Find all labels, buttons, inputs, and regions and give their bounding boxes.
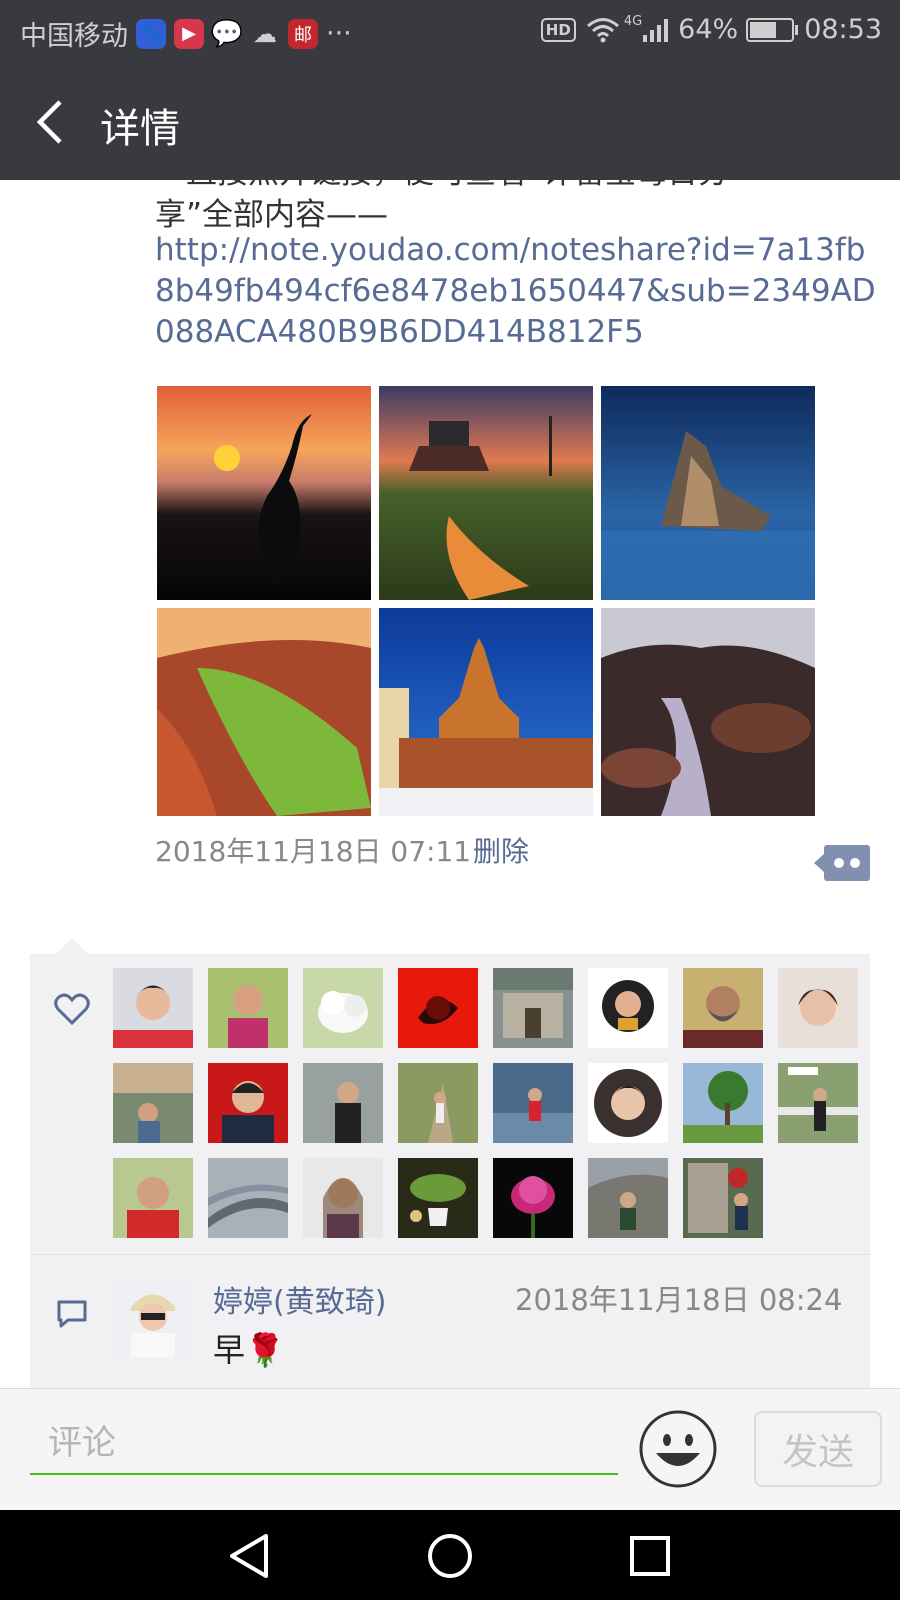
- hd-badge: HD: [540, 17, 576, 42]
- more-dot: [834, 858, 844, 868]
- liker-avatar[interactable]: [113, 968, 193, 1048]
- carrier-name: 中国移动: [20, 21, 128, 52]
- commenter-name[interactable]: 婷婷(黄致琦): [213, 1277, 386, 1321]
- liker-avatar[interactable]: [303, 1158, 383, 1238]
- photo-waterfall-rocks[interactable]: [601, 608, 815, 816]
- liker-avatar[interactable]: [398, 968, 478, 1048]
- photo-cathedral-night[interactable]: [379, 608, 593, 816]
- comment-text: 早🌹: [213, 1331, 285, 1369]
- post-icon: 邮: [288, 18, 318, 49]
- liker-avatar[interactable]: [493, 1158, 573, 1238]
- chevron-left-icon[interactable]: [30, 92, 80, 152]
- comment-input-bar: 发送: [0, 1388, 900, 1511]
- liker-avatar[interactable]: [588, 968, 668, 1048]
- comment-item[interactable]: 婷婷(黄致琦) 2018年11月18日 08:24 早🌹: [30, 1254, 870, 1388]
- liker-avatar[interactable]: [588, 1063, 668, 1143]
- video-play-icon: ▶: [174, 18, 204, 49]
- liker-avatar[interactable]: [303, 968, 383, 1048]
- liker-avatar[interactable]: [683, 1063, 763, 1143]
- liker-avatar[interactable]: [303, 1063, 383, 1143]
- title-bar: 详情: [0, 62, 900, 180]
- liker-avatar[interactable]: [398, 1063, 478, 1143]
- liker-avatar[interactable]: [398, 1158, 478, 1238]
- post-text-line-1: 一直接点开链接，便可查看“评留宝每日分: [155, 180, 729, 191]
- signal-icon: [643, 18, 669, 42]
- post-detail: 一直接点开链接，便可查看“评留宝每日分 享”全部内容—— http://note…: [0, 180, 900, 1388]
- page-title: 详情: [100, 106, 180, 152]
- baidu-paw-icon: 🐾: [136, 18, 166, 49]
- liker-avatar[interactable]: [113, 1063, 193, 1143]
- post-link[interactable]: http://note.youdao.com/noteshare?id=7a13…: [155, 230, 885, 353]
- battery-percent: 64%: [678, 14, 739, 45]
- heart-icon: [54, 993, 90, 1026]
- liker-avatars: [113, 968, 863, 1238]
- send-button[interactable]: 发送: [754, 1411, 882, 1487]
- liker-avatar[interactable]: [588, 1158, 668, 1238]
- comment-time: 2018年11月18日 08:24: [515, 1283, 843, 1317]
- system-nav-bar: [0, 1510, 900, 1600]
- more-notifications: ···: [326, 18, 352, 49]
- smiley-icon[interactable]: [638, 1409, 718, 1489]
- photo-ice-rock-lake[interactable]: [601, 386, 815, 600]
- liker-avatar[interactable]: [493, 1063, 573, 1143]
- post-text: 一直接点开链接，便可查看“评留宝每日分 享”全部内容——: [155, 180, 875, 236]
- liker-avatar[interactable]: [208, 1063, 288, 1143]
- post-text-line-2: 享”全部内容——: [155, 197, 389, 233]
- delete-link[interactable]: 删除: [473, 830, 529, 870]
- clock: 08:53: [804, 14, 882, 45]
- liker-avatar[interactable]: [683, 1158, 763, 1238]
- more-actions-button[interactable]: [814, 845, 870, 881]
- status-bar: 中国移动 🐾 ▶ 💬 ☁ 邮 ··· HD 4G 64% 08:53: [0, 0, 900, 62]
- liker-avatar[interactable]: [778, 968, 858, 1048]
- comment-bubble-icon: [57, 1300, 87, 1328]
- liker-avatar[interactable]: [683, 968, 763, 1048]
- liker-avatar[interactable]: [493, 968, 573, 1048]
- photo-grid: [157, 386, 817, 816]
- network-type: 4G: [623, 14, 643, 29]
- wifi-icon: [586, 17, 619, 42]
- wechat-icon: 💬: [210, 18, 244, 49]
- more-dot: [850, 858, 860, 868]
- liker-avatar[interactable]: [778, 1063, 858, 1143]
- liker-avatar[interactable]: [113, 1158, 193, 1238]
- comment-input[interactable]: [30, 1413, 618, 1475]
- liker-avatar[interactable]: [208, 1158, 288, 1238]
- likes-panel: [30, 938, 870, 1254]
- home-circle-icon[interactable]: [422, 1528, 478, 1584]
- liker-avatar[interactable]: [208, 968, 288, 1048]
- photo-crane-sunset[interactable]: [157, 386, 371, 600]
- battery-icon: [746, 17, 799, 42]
- back-triangle-icon[interactable]: [222, 1528, 278, 1584]
- commenter-avatar[interactable]: [113, 1277, 193, 1357]
- recents-square-icon[interactable]: [622, 1528, 678, 1584]
- post-timestamp: 2018年11月18日 07:11: [155, 835, 472, 868]
- cloud-download-icon: ☁: [253, 19, 277, 48]
- photo-green-valley[interactable]: [157, 608, 371, 816]
- photo-windmill-sunset[interactable]: [379, 386, 593, 600]
